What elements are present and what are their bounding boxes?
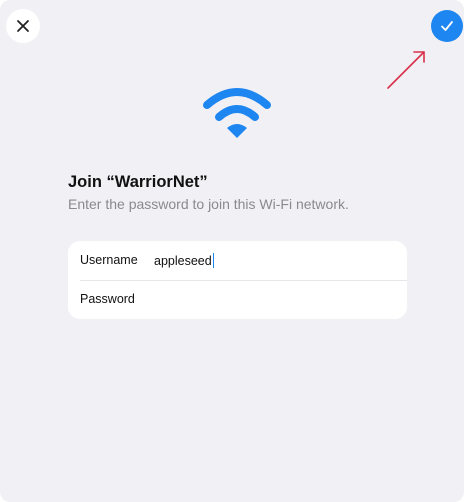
username-field[interactable]: Username appleseed bbox=[68, 241, 407, 280]
credentials-form: Username appleseed Password bbox=[68, 241, 407, 319]
join-confirm-button[interactable] bbox=[431, 10, 463, 42]
dialog-title: Join “WarriorNet” bbox=[68, 173, 208, 191]
username-input[interactable]: appleseed bbox=[154, 253, 215, 268]
checkmark-icon bbox=[441, 21, 453, 31]
password-field[interactable]: Password bbox=[68, 280, 407, 319]
close-button[interactable] bbox=[6, 9, 40, 43]
username-value: appleseed bbox=[154, 254, 212, 268]
annotation-arrow-icon bbox=[387, 51, 425, 89]
text-cursor bbox=[212, 253, 215, 268]
dialog-subtitle: Enter the password to join this Wi-Fi ne… bbox=[68, 196, 349, 212]
wifi-icon bbox=[203, 88, 271, 138]
close-icon bbox=[17, 20, 29, 32]
username-label: Username bbox=[80, 253, 138, 267]
password-label: Password bbox=[80, 292, 135, 306]
join-wifi-sheet: Join “WarriorNet” Enter the password to … bbox=[0, 0, 464, 502]
